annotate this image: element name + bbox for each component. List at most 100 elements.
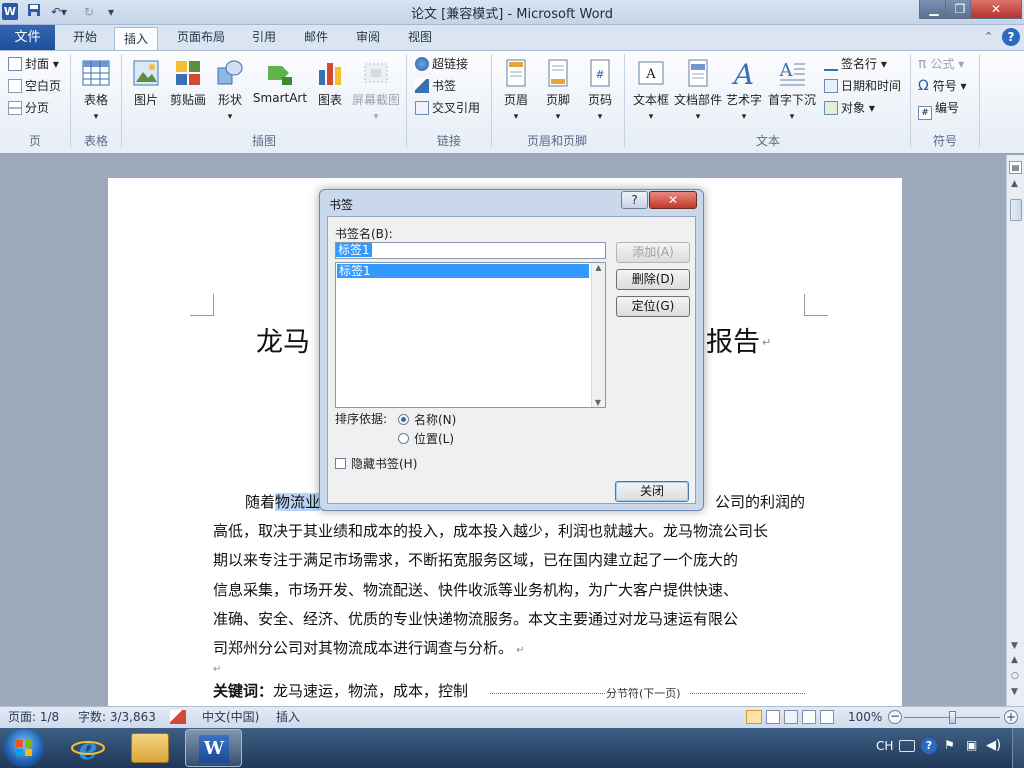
object-button[interactable]: 对象 ▾ [824,98,875,118]
tab-page-layout[interactable]: 页面布局 [168,25,234,50]
signature-line-button[interactable]: 签名行 ▾ [824,54,887,74]
language-status[interactable]: 中文(中国) [202,707,259,728]
bookmark-name-input[interactable]: 标签1 [335,242,606,259]
picture-button[interactable]: 图片 [124,56,168,122]
ribbon-minimize-icon[interactable]: ⌃ [984,30,993,43]
browse-object-icon[interactable]: ○ [1011,671,1019,681]
date-time-button[interactable]: 日期和时间 [824,76,901,96]
goto-bookmark-button[interactable]: 定位(G) [616,296,690,317]
bookmark-button[interactable]: 书签 [415,76,456,96]
zoom-out-icon[interactable]: − [888,710,902,724]
word-app-icon[interactable]: W [2,3,18,20]
ruler-toggle-icon[interactable]: ▤ [1009,161,1022,174]
outline-view-icon[interactable] [802,710,816,724]
tab-references[interactable]: 引用 [244,25,284,50]
hyperlink-button[interactable]: 超链接 [415,54,468,74]
hide-bookmarks-checkbox[interactable]: 隐藏书签(H) [335,455,417,472]
input-language-indicator[interactable]: CH [876,739,893,753]
file-explorer-icon[interactable] [131,733,169,763]
doc-paragraph-line: 准确、安全、经济、优质的专业快递物流服务。本文主要通过对龙马速运有限公 [213,610,739,628]
clip-art-button[interactable]: 剪贴画 [166,56,210,122]
drop-cap-icon: A [779,60,805,86]
scroll-up-icon[interactable]: ▲ [1011,179,1018,189]
bookmark-list-item[interactable]: 标签1 [337,264,589,278]
volume-icon[interactable]: ◀) [986,738,1001,753]
tab-insert[interactable]: 插入 [114,27,158,51]
header-icon [506,59,526,87]
tab-file[interactable]: 文件 [0,25,55,50]
dialog-close-icon[interactable]: ✕ [649,191,697,209]
internet-explorer-icon[interactable]: e [70,731,106,767]
insert-mode-status[interactable]: 插入 [276,707,300,728]
proofing-icon[interactable] [170,710,186,724]
sort-by-name-radio[interactable]: 名称(N) [398,411,456,428]
action-center-icon[interactable]: ⚑ [944,738,955,752]
delete-bookmark-button[interactable]: 删除(D) [616,269,690,290]
chart-button[interactable]: 图表 [308,56,352,122]
header-button[interactable]: 页眉 ▾ [494,56,538,122]
sort-by-location-radio[interactable]: 位置(L) [398,430,454,447]
scroll-down-icon[interactable]: ▼ [1011,641,1018,651]
cross-reference-button[interactable]: 交叉引用 [415,98,480,118]
dialog-help-button[interactable]: ? [621,191,648,209]
cover-page-button[interactable]: 封面 ▾ [8,54,59,74]
footer-button[interactable]: 页脚 ▾ [536,56,580,122]
symbol-button[interactable]: Ω 符号 ▾ [918,76,967,96]
help-icon[interactable]: ? [1002,28,1020,46]
smartart-button[interactable]: SmartArt [252,56,308,122]
tab-view[interactable]: 视图 [400,25,440,50]
tab-review[interactable]: 审阅 [348,25,388,50]
page-number-button[interactable]: # 页码 ▾ [578,56,622,122]
full-screen-reading-icon[interactable] [766,710,780,724]
quick-access-dropdown-icon[interactable]: ▾ [104,3,118,21]
drop-cap-button[interactable]: A 首字下沉 ▾ [766,56,818,122]
numbering-button[interactable]: # 编号 [918,98,959,120]
windows-start-icon[interactable] [4,729,44,767]
web-layout-icon[interactable] [784,710,798,724]
print-layout-view-icon[interactable] [746,710,762,724]
list-scroll-up-icon[interactable]: ▲ [592,263,605,272]
wordart-button[interactable]: A 艺术字 ▾ [722,56,766,122]
redo-icon[interactable]: ↻ [80,3,98,21]
quick-parts-button[interactable]: 文档部件 ▾ [674,56,722,122]
group-divider [624,54,625,148]
undo-icon[interactable]: ↶▾ [48,3,70,21]
bookmark-list-scrollbar[interactable]: ▲ ▼ [591,263,605,407]
clip-art-icon [176,61,200,85]
word-count-status[interactable]: 字数: 3/3,863 [78,707,156,728]
bookmark-list[interactable]: 标签1 ▲ ▼ [335,262,606,408]
zoom-in-icon[interactable]: + [1004,710,1018,724]
next-page-icon[interactable]: ▼ [1011,687,1018,697]
keyboard-icon[interactable] [899,740,915,752]
vertical-scrollbar[interactable]: ▤ ▲ ▼ ▲ ○ ▼ [1006,155,1024,706]
screenshot-button[interactable]: 屏幕截图 ▾ [350,56,402,122]
text-group-label: 文本 [755,134,780,148]
keywords-label: 关键词： [213,682,274,700]
tray-help-icon[interactable]: ? [921,738,937,754]
add-bookmark-button[interactable]: 添加(A) [616,242,690,263]
tab-mailings[interactable]: 邮件 [296,25,336,50]
blank-page-button[interactable]: 空白页 [8,76,61,96]
list-scroll-down-icon[interactable]: ▼ [592,398,604,407]
zoom-slider-thumb[interactable] [949,711,956,724]
save-icon[interactable] [26,3,42,21]
word-icon[interactable]: W [185,729,242,767]
show-desktop-button[interactable] [1012,728,1024,768]
text-box-button[interactable]: A 文本框 ▾ [628,56,674,122]
previous-page-icon[interactable]: ▲ [1011,655,1018,665]
object-label: 对象 [841,101,866,115]
close-icon[interactable]: ✕ [970,0,1022,19]
zoom-level[interactable]: 100% [848,707,882,728]
footer-icon [548,59,568,87]
scroll-thumb[interactable] [1010,199,1022,221]
page-count-status[interactable]: 页面: 1/8 [8,707,59,728]
equation-button[interactable]: π 公式 ▾ [918,54,964,74]
page-break-button[interactable]: 分页 [8,98,49,118]
draft-view-icon[interactable] [820,710,834,724]
close-dialog-button[interactable]: 关闭 [615,481,689,502]
tab-home[interactable]: 开始 [62,25,108,50]
network-icon[interactable]: ▣ [966,738,977,752]
shapes-button[interactable]: 形状 ▾ [208,56,252,122]
table-button[interactable]: 表格 ▾ [74,56,118,122]
screenshot-label: 屏幕截图 [351,93,400,107]
